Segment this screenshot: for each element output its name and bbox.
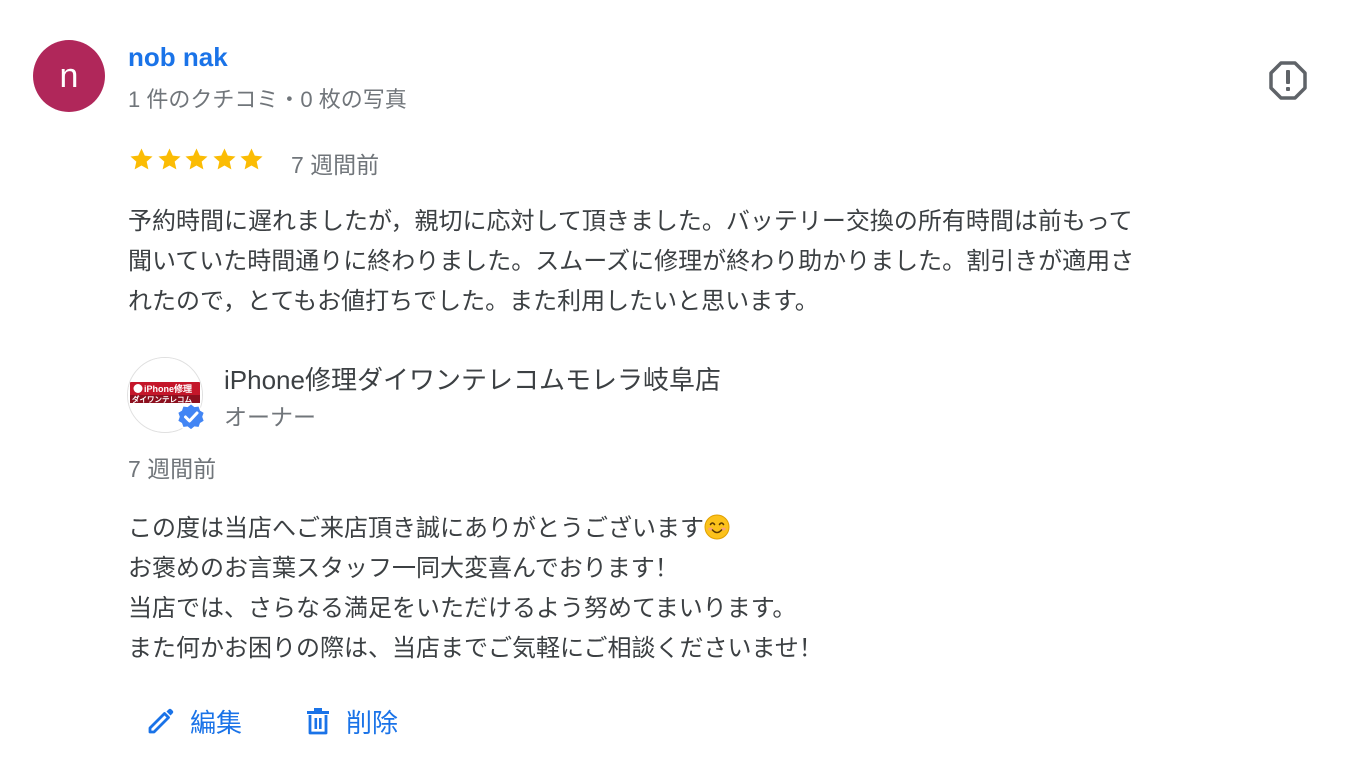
review-text-line: れたので，とてもお値打ちでした。また利用したいと思います。 (128, 288, 819, 315)
flag-icon (1269, 61, 1307, 100)
owner-name[interactable]: iPhone修理ダイワンテレコムモレラ岐阜店 (224, 360, 721, 397)
reply-text-line: この度は当店へご来店頂き誠にありがとうございます (128, 515, 704, 542)
star-icon (240, 148, 263, 170)
reply-text-line: また何かお困りの際は、当店までご気軽にご相談くださいませ！ (128, 635, 823, 662)
report-flag-button[interactable] (1266, 59, 1310, 103)
trash-icon (307, 708, 329, 735)
review-text: 予約時間に遅れましたが，親切に応対して頂きました。バッテリー交換の所有時間は前も… (128, 202, 1328, 322)
review-text-line: 聞いていた時間通りに終わりました。スムーズに修理が終わり助かりました。割引きが適… (128, 248, 1135, 275)
delete-button[interactable]: 削除 (304, 700, 398, 742)
reply-time: 7 週間前 (128, 456, 217, 482)
owner-logo-text-top: iPhone修理 (144, 383, 192, 394)
edit-button[interactable]: 編集 (146, 700, 242, 742)
edit-label: 編集 (190, 707, 243, 738)
star-icon (130, 148, 153, 170)
verified-badge-icon (176, 402, 206, 432)
star-rating (128, 146, 266, 176)
owner-role: オーナー (224, 404, 316, 430)
pencil-icon (148, 708, 174, 734)
star-icon (185, 148, 208, 170)
review-time: 7 週間前 (291, 152, 380, 178)
reviewer-name[interactable]: nob nak (128, 42, 228, 73)
reviewer-meta: 1 件のクチコミ・0 枚の写真 (128, 87, 407, 112)
smiley-emoji (704, 514, 730, 540)
owner-logo: iPhone修理 ダイワンテレコム (127, 357, 206, 433)
delete-label: 削除 (346, 707, 399, 738)
reply-text-line: 当店では、さらなる満足をいただけるよう努めてまいります。 (128, 595, 797, 622)
reviewer-avatar[interactable]: n (33, 40, 105, 112)
reviewer-initial: n (59, 57, 79, 95)
star-icon (212, 148, 236, 170)
reply-text-line: お褒めのお言葉スタッフ一同大変喜んでおります！ (128, 555, 679, 582)
reply-text: この度は当店へご来店頂き誠にありがとうございます お褒めのお言葉スタッフ一同大変… (128, 509, 1278, 669)
review-text-line: 予約時間に遅れましたが，親切に応対して頂きました。バッテリー交換の所有時間は前も… (128, 208, 1133, 235)
star-icon (157, 148, 181, 170)
